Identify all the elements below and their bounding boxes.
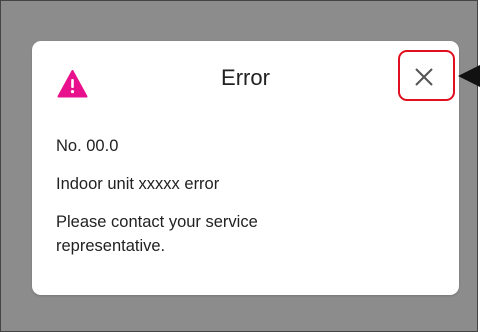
device-screen: Error No. 00.0 Indoor unit xxxxx error P… xyxy=(0,0,478,332)
callout-arrow xyxy=(458,65,480,87)
error-dialog: Error No. 00.0 Indoor unit xxxxx error P… xyxy=(32,41,459,295)
error-instruction: Please contact your service representati… xyxy=(56,213,258,255)
error-code: No. 00.0 xyxy=(56,137,119,155)
close-icon[interactable] xyxy=(414,67,434,87)
error-message: Indoor unit xxxxx error xyxy=(56,175,220,193)
